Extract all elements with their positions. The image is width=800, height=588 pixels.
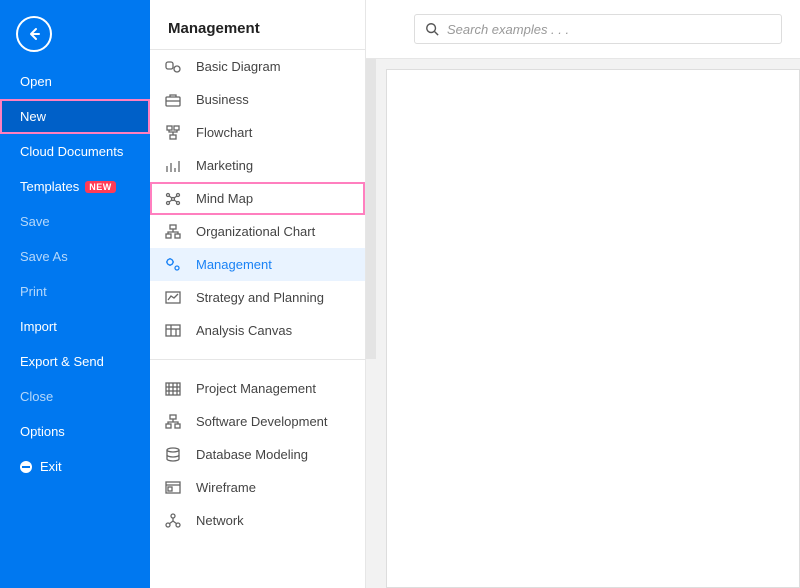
minus-circle-icon [20,461,32,473]
search-box[interactable] [414,14,782,44]
briefcase-icon [164,91,182,109]
sidebar-item-import[interactable]: Import [0,309,150,344]
category-item-flowchart[interactable]: Flowchart [150,116,365,149]
sidebar-item-options[interactable]: Options [0,414,150,449]
sidebar-item-label: Save As [20,249,68,264]
category-item-label: Basic Diagram [196,59,281,74]
category-list: Basic Diagram Business Flowchart Marketing M… [150,50,365,588]
database-icon [164,446,182,464]
sidebar-item-label: Print [20,284,47,299]
strategy-icon [164,289,182,307]
category-item-label: Business [196,92,249,107]
wireframe-icon [164,479,182,497]
preview-card[interactable] [386,69,800,588]
category-item-strategy-and-planning[interactable]: Strategy and Planning [150,281,365,314]
category-item-label: Software Development [196,414,328,429]
software-icon [164,413,182,431]
category-item-label: Analysis Canvas [196,323,292,338]
category-item-mind-map[interactable]: Mind Map [150,182,365,215]
sidebar-item-label: Cloud Documents [20,144,123,159]
sidebar-item-label: Import [20,319,57,334]
org-icon [164,223,182,241]
arrow-left-icon [26,26,42,42]
preview-scroll-indicator [366,59,376,359]
category-item-network[interactable]: Network [150,504,365,537]
sidebar-item-templates[interactable]: Templates NEW [0,169,150,204]
category-item-project-management[interactable]: Project Management [150,372,365,405]
category-item-organizational-chart[interactable]: Organizational Chart [150,215,365,248]
left-sidebar: Open New Cloud Documents Templates NEW Save Sa… [0,0,150,588]
category-divider [150,359,365,360]
sidebar-item-export-send[interactable]: Export & Send [0,344,150,379]
category-item-label: Mind Map [196,191,253,206]
category-item-business[interactable]: Business [150,83,365,116]
sidebar-item-new[interactable]: New [0,99,150,134]
management-icon [164,256,182,274]
new-badge: NEW [85,181,116,193]
category-item-marketing[interactable]: Marketing [150,149,365,182]
sidebar-item-cloud-documents[interactable]: Cloud Documents [0,134,150,169]
flowchart-icon [164,124,182,142]
category-item-management[interactable]: Management [150,248,365,281]
back-button[interactable] [16,16,52,52]
category-item-label: Project Management [196,381,316,396]
sidebar-item-save[interactable]: Save [0,204,150,239]
sidebar-item-label: Close [20,389,53,404]
category-item-label: Organizational Chart [196,224,315,239]
category-item-label: Network [196,513,244,528]
sidebar-item-print[interactable]: Print [0,274,150,309]
project-icon [164,380,182,398]
category-item-database-modeling[interactable]: Database Modeling [150,438,365,471]
search-icon [425,22,439,36]
category-column: Management Basic Diagram Business Flowchar… [150,0,366,588]
sidebar-item-label: Exit [40,459,62,474]
category-item-software-development[interactable]: Software Development [150,405,365,438]
right-panel [366,0,800,588]
category-item-label: Flowchart [196,125,252,140]
sidebar-item-label: Options [20,424,65,439]
sidebar-item-open[interactable]: Open [0,64,150,99]
category-item-label: Database Modeling [196,447,308,462]
network-icon [164,512,182,530]
canvas-icon [164,322,182,340]
category-item-analysis-canvas[interactable]: Analysis Canvas [150,314,365,347]
sidebar-item-exit[interactable]: Exit [0,449,150,484]
sidebar-item-label: Open [20,74,52,89]
category-item-label: Strategy and Planning [196,290,324,305]
category-item-basic-diagram[interactable]: Basic Diagram [150,50,365,83]
category-item-label: Marketing [196,158,253,173]
search-input[interactable] [447,22,771,37]
preview-area [366,59,800,588]
right-header [366,0,800,59]
category-item-wireframe[interactable]: Wireframe [150,471,365,504]
basic-icon [164,58,182,76]
sidebar-item-label: Export & Send [20,354,104,369]
sidebar-item-label: New [20,109,46,124]
category-item-label: Wireframe [196,480,256,495]
category-header: Management [150,0,365,50]
marketing-icon [164,157,182,175]
sidebar-item-label: Templates [20,179,79,194]
category-item-label: Management [196,257,272,272]
sidebar-item-label: Save [20,214,50,229]
sidebar-item-close[interactable]: Close [0,379,150,414]
mindmap-icon [164,190,182,208]
sidebar-item-save-as[interactable]: Save As [0,239,150,274]
